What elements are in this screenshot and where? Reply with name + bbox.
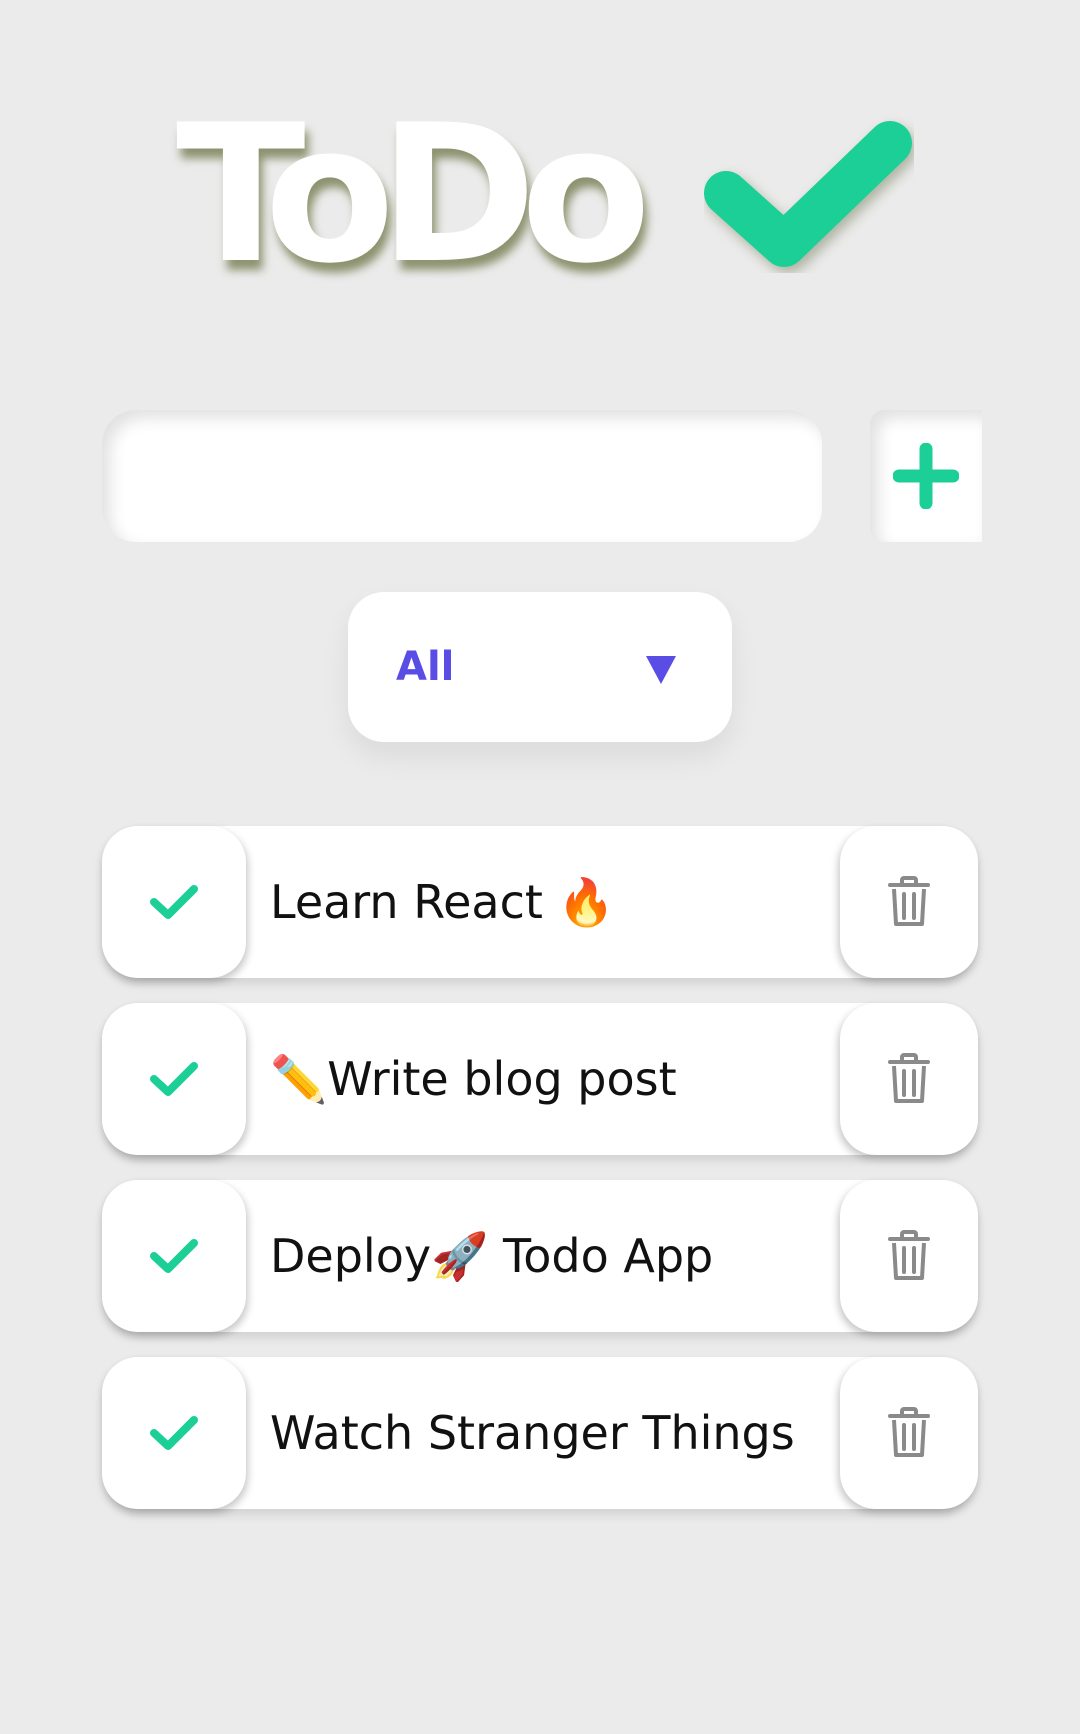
todo-item: ✏️Write blog post xyxy=(102,1003,978,1155)
todo-text: ✏️Write blog post xyxy=(270,1052,677,1106)
add-todo-button[interactable] xyxy=(870,410,982,542)
todo-text: Learn React 🔥 xyxy=(270,875,615,929)
trash-icon xyxy=(888,876,930,926)
trash-icon xyxy=(888,1053,930,1103)
plus-icon xyxy=(893,443,959,509)
todo-text: Deploy🚀 Todo App xyxy=(270,1229,714,1283)
todo-item: Learn React 🔥 xyxy=(102,826,978,978)
check-icon xyxy=(150,1416,198,1450)
complete-button[interactable] xyxy=(102,1180,246,1332)
add-todo-form xyxy=(102,410,982,542)
filter-selected-value: All xyxy=(396,644,455,690)
complete-button[interactable] xyxy=(102,826,246,978)
app-title: ToDo xyxy=(176,84,651,305)
delete-button[interactable] xyxy=(840,1357,978,1509)
todo-input[interactable] xyxy=(102,410,822,542)
trash-icon xyxy=(888,1230,930,1280)
delete-button[interactable] xyxy=(840,826,978,978)
complete-button[interactable] xyxy=(102,1003,246,1155)
todo-item: Deploy🚀 Todo App xyxy=(102,1180,978,1332)
check-icon xyxy=(150,1062,198,1096)
caret-down-icon xyxy=(646,656,676,684)
delete-button[interactable] xyxy=(840,1003,978,1155)
check-icon xyxy=(150,1239,198,1273)
complete-button[interactable] xyxy=(102,1357,246,1509)
check-icon xyxy=(150,885,198,919)
trash-icon xyxy=(888,1407,930,1457)
todo-text: Watch Stranger Things xyxy=(270,1406,795,1460)
delete-button[interactable] xyxy=(840,1180,978,1332)
check-icon xyxy=(704,121,912,267)
todo-item: Watch Stranger Things xyxy=(102,1357,978,1509)
app-header: ToDo xyxy=(0,95,1080,295)
todo-list: Learn React 🔥 ✏️Write blog post Deploy🚀 … xyxy=(102,826,978,1534)
filter-select[interactable]: All xyxy=(348,592,732,742)
